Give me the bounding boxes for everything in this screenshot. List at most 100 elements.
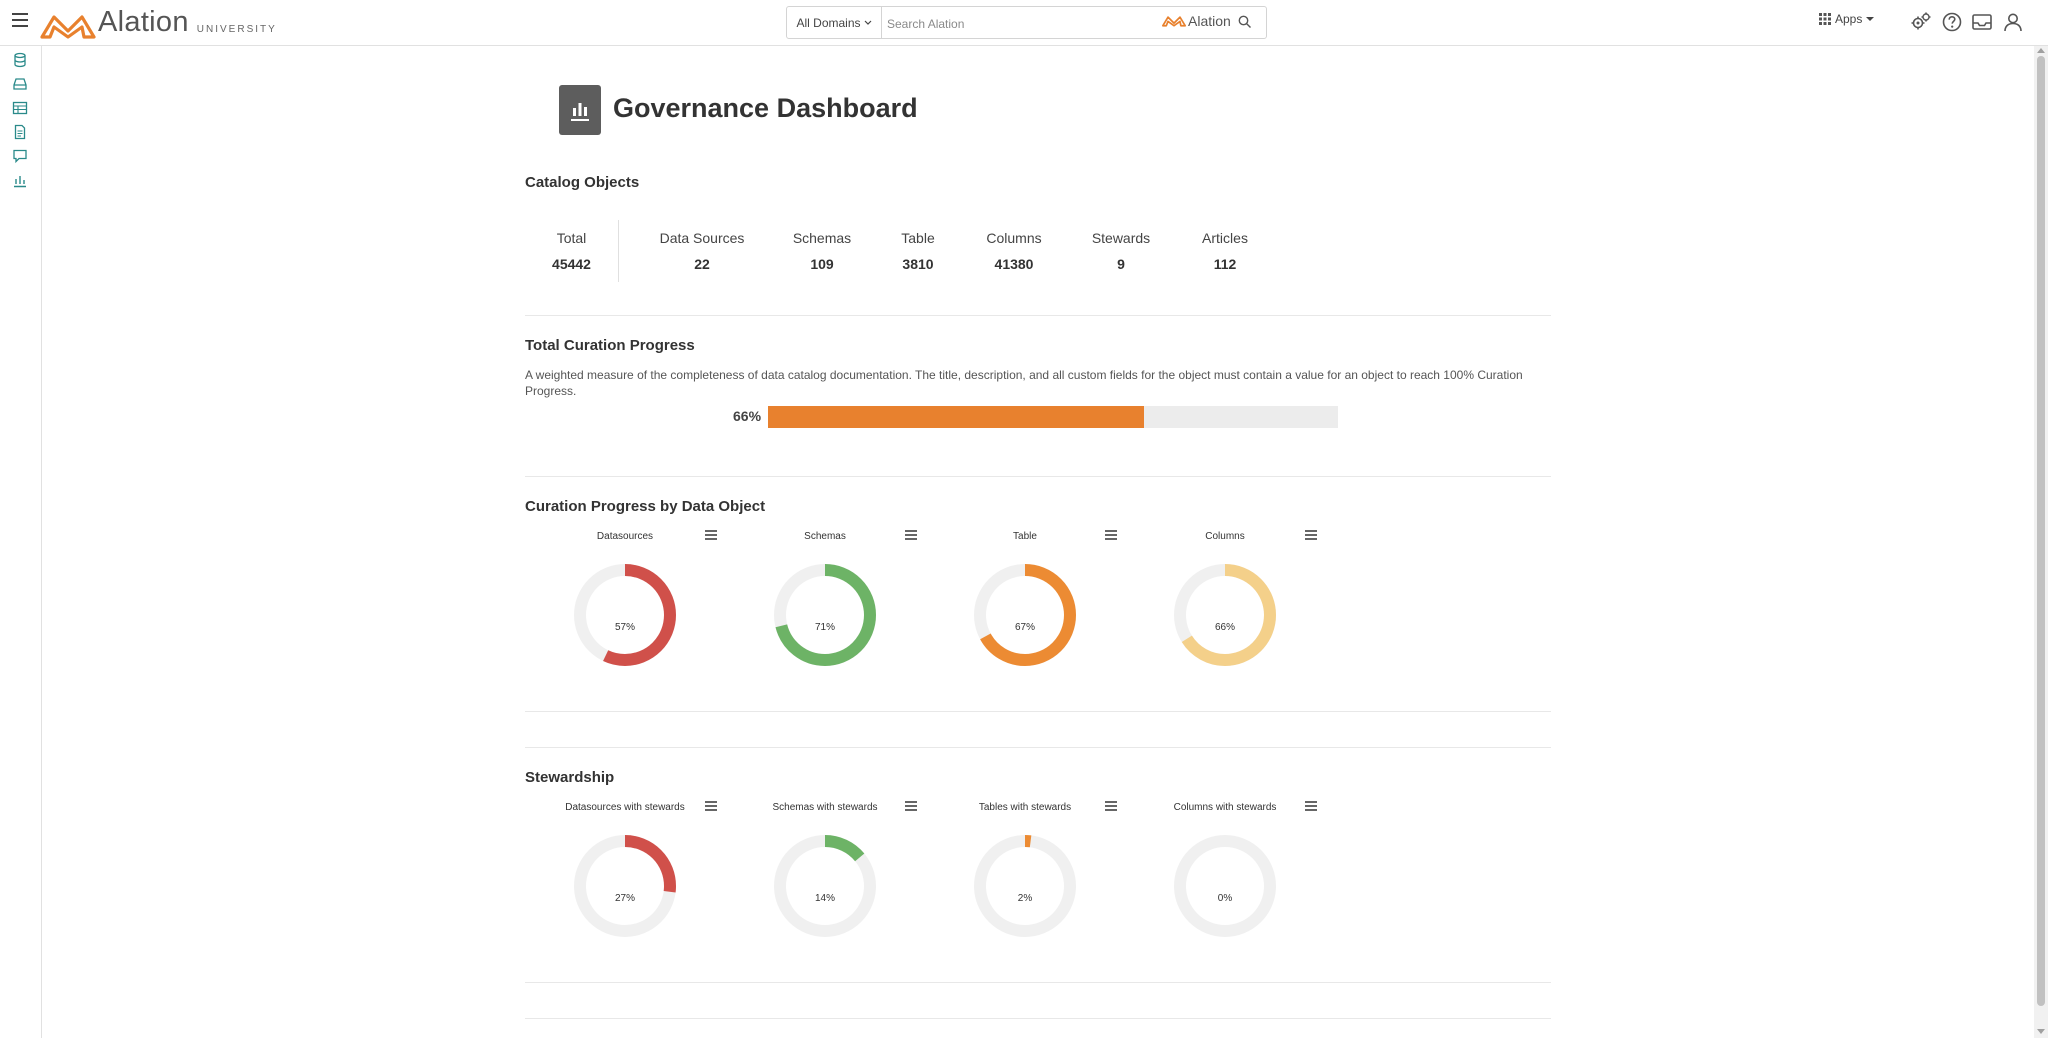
stat-label: Articles: [1202, 230, 1248, 246]
help-icon[interactable]: [1941, 11, 1963, 33]
scroll-down-arrow[interactable]: [2037, 1029, 2045, 1034]
curation-percent-label: 66%: [733, 408, 762, 424]
donut-percent-label: 71%: [814, 622, 835, 633]
chart-menu-icon[interactable]: [1305, 801, 1317, 811]
table-icon[interactable]: [12, 100, 28, 116]
section-divider: [525, 1018, 1551, 1019]
donut-percent-label: 67%: [1014, 622, 1035, 633]
donut-title: Table: [1013, 531, 1037, 542]
menu-icon[interactable]: [12, 13, 28, 29]
donut-chart-columns-stewards: Columns with stewards 0%: [1125, 801, 1325, 962]
stat-value: 41380: [994, 256, 1034, 272]
stat-stewards: Stewards 9: [1051, 220, 1191, 282]
search-brand: Alation: [1162, 13, 1231, 29]
donut-title: Columns with stewards: [1173, 802, 1277, 813]
curation-progress-title: Total Curation Progress: [525, 337, 695, 354]
chart-menu-icon[interactable]: [705, 801, 717, 811]
donut-title: Schemas: [804, 531, 846, 542]
donut-ring: [1174, 564, 1276, 666]
article-icon[interactable]: [12, 124, 28, 140]
donut-ring: [774, 835, 876, 937]
stat-data-sources: Data Sources 22: [619, 220, 785, 282]
stat-label: Stewards: [1091, 230, 1151, 246]
donut-percent-label: 66%: [1214, 622, 1235, 633]
search-bar: All Domains Alation: [786, 6, 1267, 39]
page-title: Governance Dashboard: [613, 93, 918, 123]
donut-percent-label: 14%: [814, 893, 835, 904]
search-brand-text: Alation: [1188, 13, 1231, 29]
logo-subtitle: UNIVERSITY: [196, 24, 277, 35]
donut-title: Datasources: [596, 531, 654, 542]
chevron-down-icon: [864, 20, 871, 25]
chart-menu-icon[interactable]: [705, 530, 717, 540]
domain-select-label: All Domains: [796, 15, 861, 30]
curation-progress-bar: [768, 406, 1338, 428]
donut-chart-table: Table 67%: [925, 530, 1125, 691]
donut-title: Columns: [1205, 531, 1245, 542]
donut-chart-schemas: Schemas 71%: [725, 530, 925, 691]
donut-ring: [774, 564, 876, 666]
settings-gears-icon[interactable]: [1910, 11, 1932, 33]
apps-menu-button[interactable]: Apps: [1819, 12, 1875, 26]
chart-menu-icon[interactable]: [905, 530, 917, 540]
scrollbar-thumb[interactable]: [2037, 56, 2045, 1006]
alation-logo-mark-icon: [40, 15, 96, 39]
dashboard-chart-icon[interactable]: [12, 172, 28, 188]
alation-logo-mark-icon: [1162, 16, 1186, 27]
donut-track: [974, 835, 1076, 937]
chart-menu-icon[interactable]: [1105, 530, 1117, 540]
section-divider: [525, 711, 1551, 712]
stat-label: Data Sources: [659, 230, 745, 246]
section-divider: [525, 982, 1551, 983]
stat-value: 22: [694, 256, 710, 272]
user-profile-icon[interactable]: [2002, 11, 2024, 33]
stat-schemas: Schemas 109: [785, 220, 859, 282]
donut-percent-label: 27%: [614, 893, 635, 904]
database-icon[interactable]: [12, 52, 28, 68]
donut-chart-tables-stewards: Tables with stewards 2%: [925, 801, 1125, 962]
donut-ring: [1174, 835, 1276, 937]
donut-percent-label: 57%: [614, 622, 635, 633]
donut-chart-datasources: Datasources 57%: [525, 530, 725, 691]
search-icon[interactable]: [1238, 15, 1252, 29]
grid-icon: [1819, 13, 1831, 25]
section-divider: [525, 315, 1551, 316]
stat-value: 3810: [902, 256, 934, 272]
alation-logo[interactable]: Alation UNIVERSITY: [40, 5, 277, 39]
page-scrollbar[interactable]: [2034, 46, 2048, 1038]
left-sidebar: [0, 46, 42, 1038]
donut-ring: [574, 564, 676, 666]
curation-description: A weighted measure of the completeness o…: [525, 368, 1523, 398]
logo-text: Alation: [98, 6, 189, 38]
donut-chart-schemas-stewards: Schemas with stewards 14%: [725, 801, 925, 962]
donut-ring: [574, 835, 676, 937]
chart-menu-icon[interactable]: [1305, 530, 1317, 540]
caret-down-icon: [1866, 17, 1875, 21]
stat-value: 45442: [552, 256, 591, 272]
stat-articles: Articles 112: [1191, 220, 1259, 282]
stat-label: Total: [556, 230, 587, 246]
search-input[interactable]: [885, 9, 1149, 38]
catalog-stats: Total 45442 Data Sources 22 Schemas 109 …: [525, 220, 1259, 282]
apps-label: Apps: [1835, 12, 1863, 26]
curation-progress-fill: [768, 406, 1145, 428]
donut-chart-datasources-stewards: Datasources with stewards 27%: [525, 801, 725, 962]
donut-ring: [974, 835, 1076, 937]
donut-percent-label: 2%: [1017, 893, 1033, 904]
scroll-up-arrow[interactable]: [2037, 48, 2045, 53]
stat-label: Table: [901, 230, 935, 246]
donut-chart-columns: Columns 66%: [1125, 530, 1325, 691]
stat-label: Columns: [986, 230, 1042, 246]
top-navigation-bar: Alation UNIVERSITY All Domains Alation A…: [0, 0, 2048, 46]
inbox-icon[interactable]: [1971, 11, 1993, 33]
data-source-icon[interactable]: [12, 76, 28, 92]
chart-menu-icon[interactable]: [1105, 801, 1117, 811]
stat-value: 112: [1213, 256, 1237, 272]
stat-total: Total 45442: [525, 220, 618, 282]
domain-select[interactable]: All Domains: [787, 7, 882, 38]
donut-percent-label: 0%: [1217, 893, 1233, 904]
conversation-icon[interactable]: [12, 148, 28, 164]
chart-menu-icon[interactable]: [905, 801, 917, 811]
donut-track: [1174, 835, 1276, 937]
stat-label: Schemas: [792, 230, 852, 246]
